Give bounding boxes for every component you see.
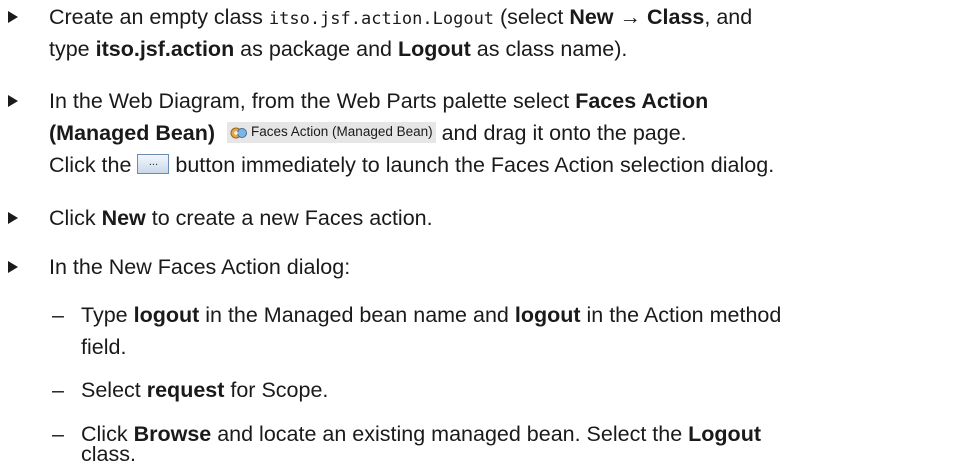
document-page: Create an empty class itso.jsf.action.Lo… — [0, 0, 958, 463]
item-text-line: Click Browse and locate an existing mana… — [81, 422, 761, 446]
item-text-line: Click New to create a new Faces action. — [49, 206, 433, 230]
dash-marker: – — [52, 422, 64, 446]
item-text-line: Create an empty class itso.jsf.action.Lo… — [49, 5, 753, 29]
code-class-name: itso.jsf.action.Logout — [268, 9, 495, 29]
item-text-line: (Managed Bean) Faces Action (Managed Bea… — [49, 121, 687, 145]
item-text-line: field. — [81, 335, 127, 359]
bullet-icon — [8, 95, 18, 107]
item-text-line: Type logout in the Managed bean name and… — [81, 303, 782, 327]
item-text-line: In the Web Diagram, from the Web Parts p… — [49, 89, 709, 113]
item-text-line: In the New Faces Action dialog: — [49, 255, 351, 279]
bullet-icon — [8, 212, 18, 224]
dash-marker: – — [52, 303, 64, 327]
item-text-line: type itso.jsf.action as package and Logo… — [49, 37, 628, 61]
bullet-icon — [8, 11, 18, 23]
bullet-icon — [8, 261, 18, 273]
faces-action-icon — [230, 127, 248, 139]
item-text-line: class. — [81, 446, 136, 463]
browse-ellipsis-button: ... — [137, 154, 170, 175]
item-text-line: Click the ... button immediately to laun… — [49, 153, 775, 177]
dash-marker: – — [52, 378, 64, 402]
faces-action-palette-chip: Faces Action (Managed Bean) — [227, 121, 436, 143]
item-text-line: Select request for Scope. — [81, 378, 329, 402]
